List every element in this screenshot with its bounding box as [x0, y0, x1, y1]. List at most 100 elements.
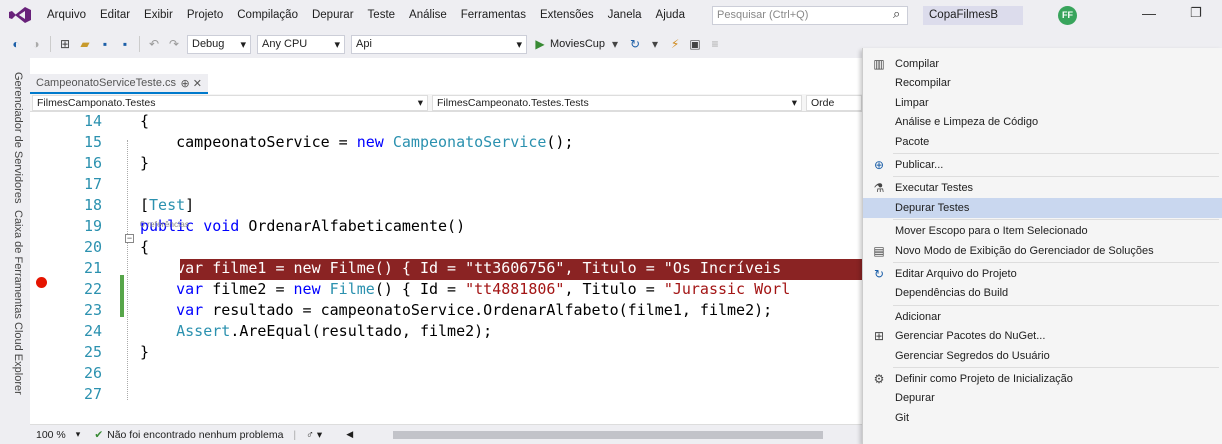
menu-item[interactable]: Depurar Testes — [863, 197, 1222, 218]
menu-item[interactable]: ⚗ Executar Testes — [863, 178, 1222, 198]
menu-depurar[interactable]: Depurar — [305, 9, 361, 21]
menu-ferramentas[interactable]: Ferramentas — [454, 9, 533, 21]
collapse-icon[interactable]: − — [125, 234, 134, 243]
code-line: 21 var filme1 = new Filme() { Id = "tt36… — [30, 259, 862, 280]
tab-toolbox[interactable]: Caixa de Ferramentas — [6, 210, 24, 319]
refresh-icon[interactable]: ↻ — [627, 36, 643, 52]
menu-item[interactable]: Mover Escopo para o Item Selecionado — [863, 221, 1222, 241]
menu-item[interactable]: Adicionar — [863, 307, 1222, 327]
save-all-icon[interactable]: ▪ — [117, 36, 133, 52]
code-token: void — [203, 217, 240, 235]
menu-janela[interactable]: Janela — [601, 9, 649, 21]
code-text: var filme1 = new Filme() { Id = "tt36067… — [140, 259, 781, 277]
nav-member-dropdown[interactable]: Orde — [806, 95, 862, 111]
open-folder-icon[interactable]: ▰ — [77, 36, 93, 52]
menu-item[interactable]: ▤ Novo Modo de Exibição do Gerenciador de… — [863, 241, 1222, 261]
menu-item[interactable]: Pacote — [863, 132, 1222, 152]
forward-icon[interactable]: ◑ — [28, 36, 44, 52]
line-number: 24 — [83, 322, 102, 340]
avatar[interactable]: FF — [1058, 6, 1077, 25]
save-icon[interactable]: ▪ — [97, 36, 113, 52]
menu-item-label: Executar Testes — [895, 182, 974, 195]
config-value: Debug — [192, 38, 225, 50]
menu-item-label: Novo Modo de Exibição do Gerenciador de … — [895, 244, 1154, 257]
scroll-left-icon[interactable]: ◀ — [346, 429, 353, 440]
menu-compilacao[interactable]: Compilação — [230, 9, 305, 21]
menu-projeto[interactable]: Projeto — [180, 9, 230, 21]
menu-item[interactable]: ⚙ Definir como Projeto de Inicialização — [863, 369, 1222, 389]
horizontal-scrollbar[interactable] — [393, 430, 824, 439]
code-token: resultado = campeonatoService.OrdenarAlf… — [203, 301, 773, 319]
menu-item[interactable]: Limpar — [863, 93, 1222, 113]
menu-item[interactable]: Análise e Limpeza de Código — [863, 112, 1222, 132]
separator — [139, 36, 140, 52]
menu-editar[interactable]: Editar — [93, 9, 137, 21]
menu-ajuda[interactable]: Ajuda — [649, 9, 692, 21]
code-token: campeonatoService = — [140, 133, 357, 151]
tab-server-explorer[interactable]: Gerenciador de Servidores — [6, 72, 24, 203]
menu-item[interactable]: Gerenciar Segredos do Usuário — [863, 346, 1222, 366]
chevron-down-icon[interactable]: ▾ — [607, 36, 623, 52]
tab-document[interactable]: CampeonatoServiceTeste.cs ⊕ ✕ — [30, 74, 208, 94]
menu-separator — [893, 304, 1219, 306]
hot-reload-icon[interactable]: ⚡ — [667, 36, 683, 52]
menu-teste[interactable]: Teste — [361, 9, 403, 21]
menu-item[interactable]: ⊕ Publicar... — [863, 155, 1222, 175]
menu-item[interactable]: Dependências do Build — [863, 283, 1222, 303]
nav-class-dropdown[interactable]: FilmesCampeonato.Testes.Tests ▾ — [432, 95, 802, 111]
change-indicator — [120, 275, 124, 317]
menu-item[interactable]: Git — [863, 408, 1222, 428]
code-cleanup-icon[interactable]: ♂ ▾ — [306, 429, 322, 441]
run-icon[interactable]: ▶ — [532, 36, 548, 52]
format-icon[interactable]: ≡ — [707, 36, 723, 52]
codelens-references[interactable]: 0 referências — [140, 219, 189, 229]
nuget-icon: ⊞ — [873, 329, 885, 344]
chevron-down-icon: ▾ — [516, 38, 522, 51]
line-number: 26 — [83, 364, 102, 382]
menu-item-label: Dependências do Build — [895, 287, 1009, 300]
menu-item-label: Gerenciar Segredos do Usuário — [895, 349, 1050, 362]
menu-bar: Arquivo Editar Exibir Projeto Compilação… — [0, 0, 1222, 30]
restore-icon[interactable]: ❐ — [1190, 5, 1202, 21]
code-token: { — [140, 238, 150, 256]
menu-extensoes[interactable]: Extensões — [533, 9, 601, 21]
redo-icon[interactable]: ↷ — [166, 36, 182, 52]
solution-name: CopaFilmesB — [923, 6, 1023, 25]
chevron-down-icon[interactable]: ▾ — [76, 429, 81, 440]
menu-item[interactable]: ▥ Compilar — [863, 54, 1222, 74]
code-token: var — [176, 280, 204, 298]
menu-separator — [893, 262, 1219, 263]
menu-item[interactable]: Depurar — [863, 388, 1222, 408]
undo-icon[interactable]: ↶ — [146, 36, 162, 52]
code-editor[interactable]: 14 {15 campeonatoService = new Campeonato… — [30, 112, 862, 424]
project-value: Api — [356, 38, 372, 50]
nav-project: FilmesCamponato.Testes — [37, 97, 156, 109]
breakpoint-icon[interactable] — [36, 277, 47, 288]
pin-close-icon[interactable]: ⊕ ✕ — [181, 77, 203, 90]
search-icon[interactable]: ⌕ — [893, 6, 907, 24]
minimize-icon[interactable]: — — [1142, 5, 1156, 21]
chevron-down-icon[interactable]: ▾ — [647, 36, 663, 52]
menu-item[interactable]: Recompilar — [863, 73, 1222, 93]
code-line: 17 — [30, 175, 862, 196]
tab-cloud-explorer[interactable]: Cloud Explorer — [6, 322, 24, 395]
platform-dropdown[interactable]: Any CPU ▾ — [257, 34, 345, 54]
run-target-label[interactable]: MoviesCup — [550, 38, 605, 50]
menu-item[interactable]: ⊞ Gerenciar Pacotes do NuGet... — [863, 326, 1222, 346]
menu-analise[interactable]: Análise — [402, 9, 454, 21]
code-token: OrdenarAlfabeticamente() — [239, 217, 466, 235]
menu-arquivo[interactable]: Arquivo — [40, 9, 93, 21]
screenshot-icon[interactable]: ▣ — [687, 36, 703, 52]
project-dropdown[interactable]: Api ▾ — [351, 34, 527, 54]
code-token: CampeonatoService — [392, 133, 547, 151]
zoom-level[interactable]: 100 % — [36, 429, 66, 441]
nav-project-dropdown[interactable]: FilmesCamponato.Testes ▾ — [32, 95, 428, 111]
config-dropdown[interactable]: Debug ▾ — [187, 34, 251, 54]
back-icon[interactable]: ◐ — [8, 36, 24, 52]
search-input[interactable]: Pesquisar (Ctrl+Q) — [712, 6, 908, 25]
navigation-bar: FilmesCamponato.Testes ▾ FilmesCampeonato… — [30, 94, 862, 112]
menu-exibir[interactable]: Exibir — [137, 9, 180, 21]
issues-message[interactable]: Não foi encontrado nenhum problema — [107, 429, 283, 441]
new-project-icon[interactable]: ⊞ — [57, 36, 73, 52]
menu-item[interactable]: ↻ Editar Arquivo do Projeto — [863, 264, 1222, 284]
